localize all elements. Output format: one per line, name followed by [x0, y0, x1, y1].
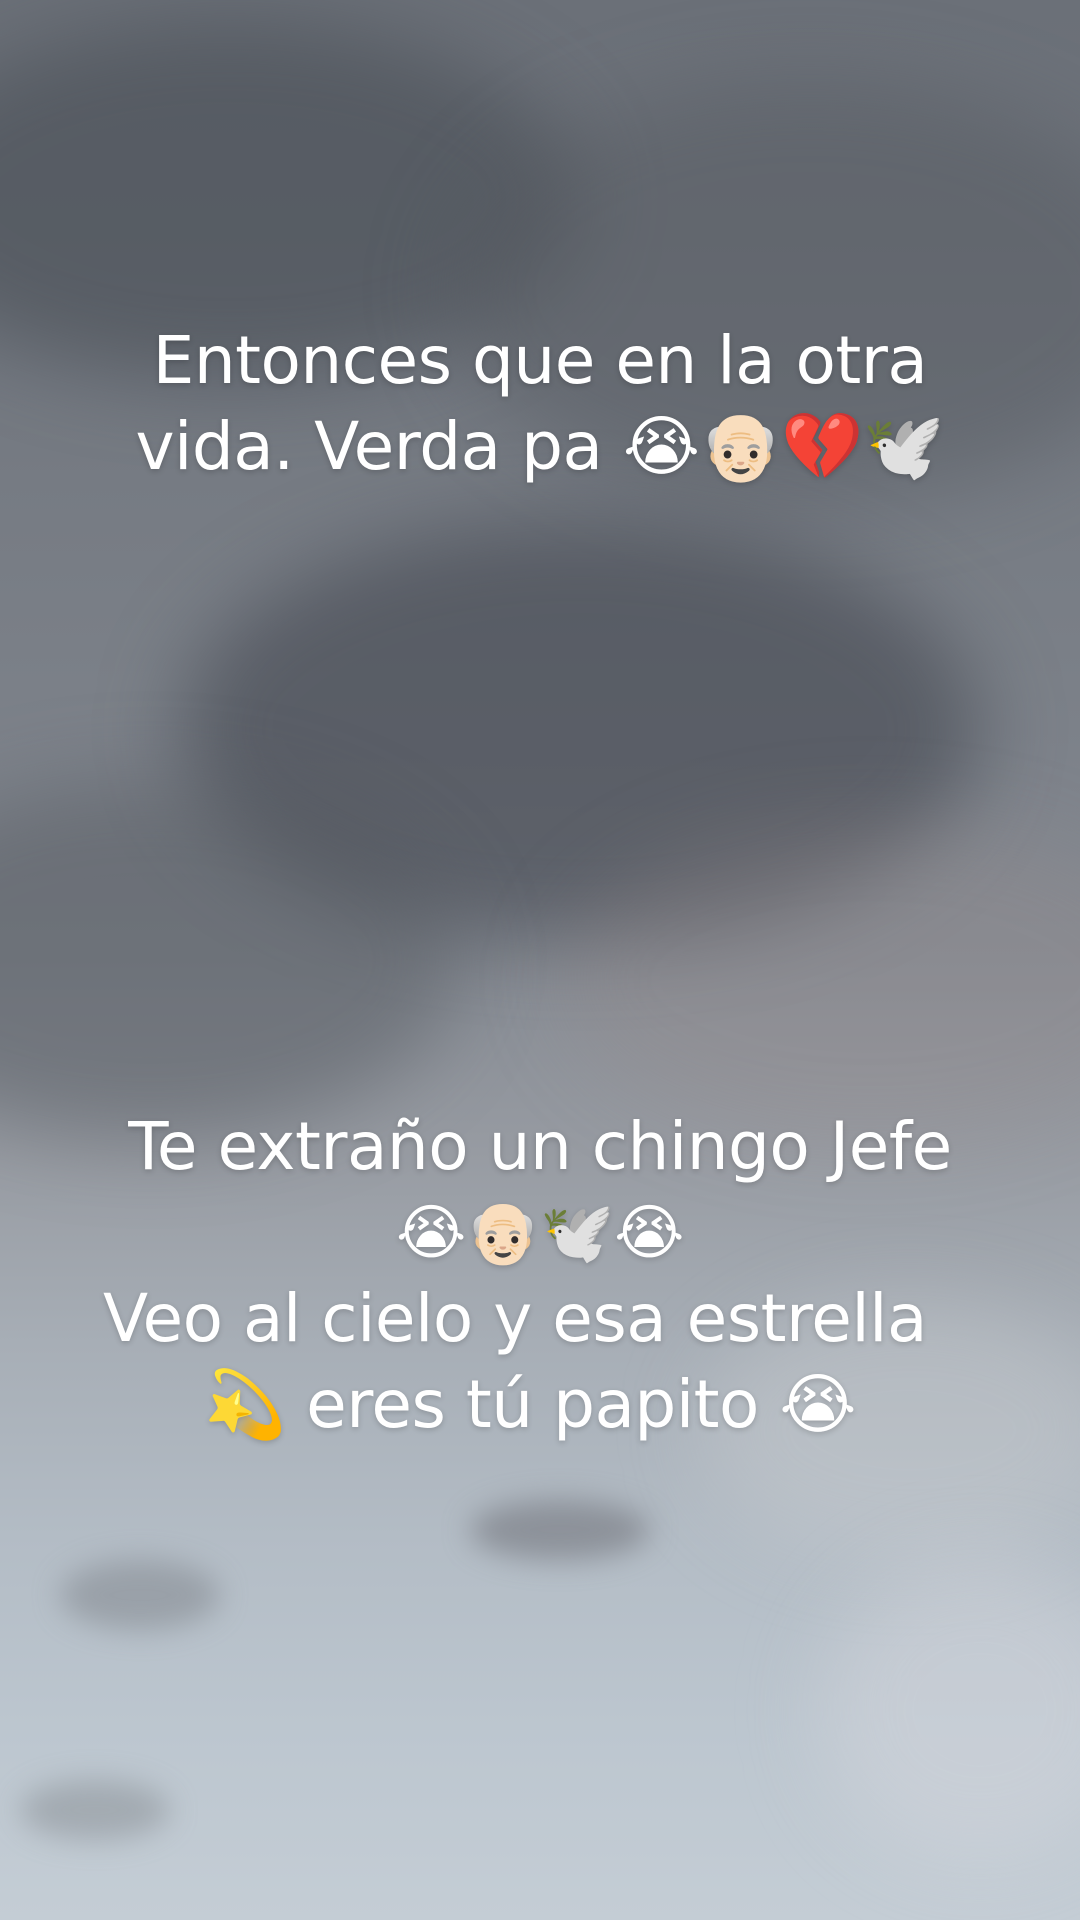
cloud: [60, 1560, 220, 1630]
cloud: [470, 1500, 650, 1560]
bottom-caption-line-1: Te extraño un chingo Jefe: [128, 1108, 952, 1185]
sky-background: Entonces que en la otra vida. Verda pa 😭…: [0, 0, 1080, 1920]
bottom-caption: Te extraño un chingo Jefe 😭👴🏻🕊️😭 Veo al …: [0, 1104, 1080, 1448]
bottom-caption-line-3: Veo al cielo y esa estrella: [103, 1280, 927, 1357]
cloud: [20, 1780, 170, 1840]
bottom-caption-line-2: 😭👴🏻🕊️😭: [396, 1198, 684, 1268]
cloud: [820, 1560, 1080, 1860]
bottom-caption-line-4: 💫 eres tú papito 😭: [203, 1366, 857, 1443]
top-caption-line-2: vida. Verda pa 😭👴🏻💔🕊️: [135, 408, 945, 485]
top-caption-line-1: Entonces que en la otra: [152, 322, 928, 399]
top-caption: Entonces que en la otra vida. Verda pa 😭…: [0, 318, 1080, 490]
